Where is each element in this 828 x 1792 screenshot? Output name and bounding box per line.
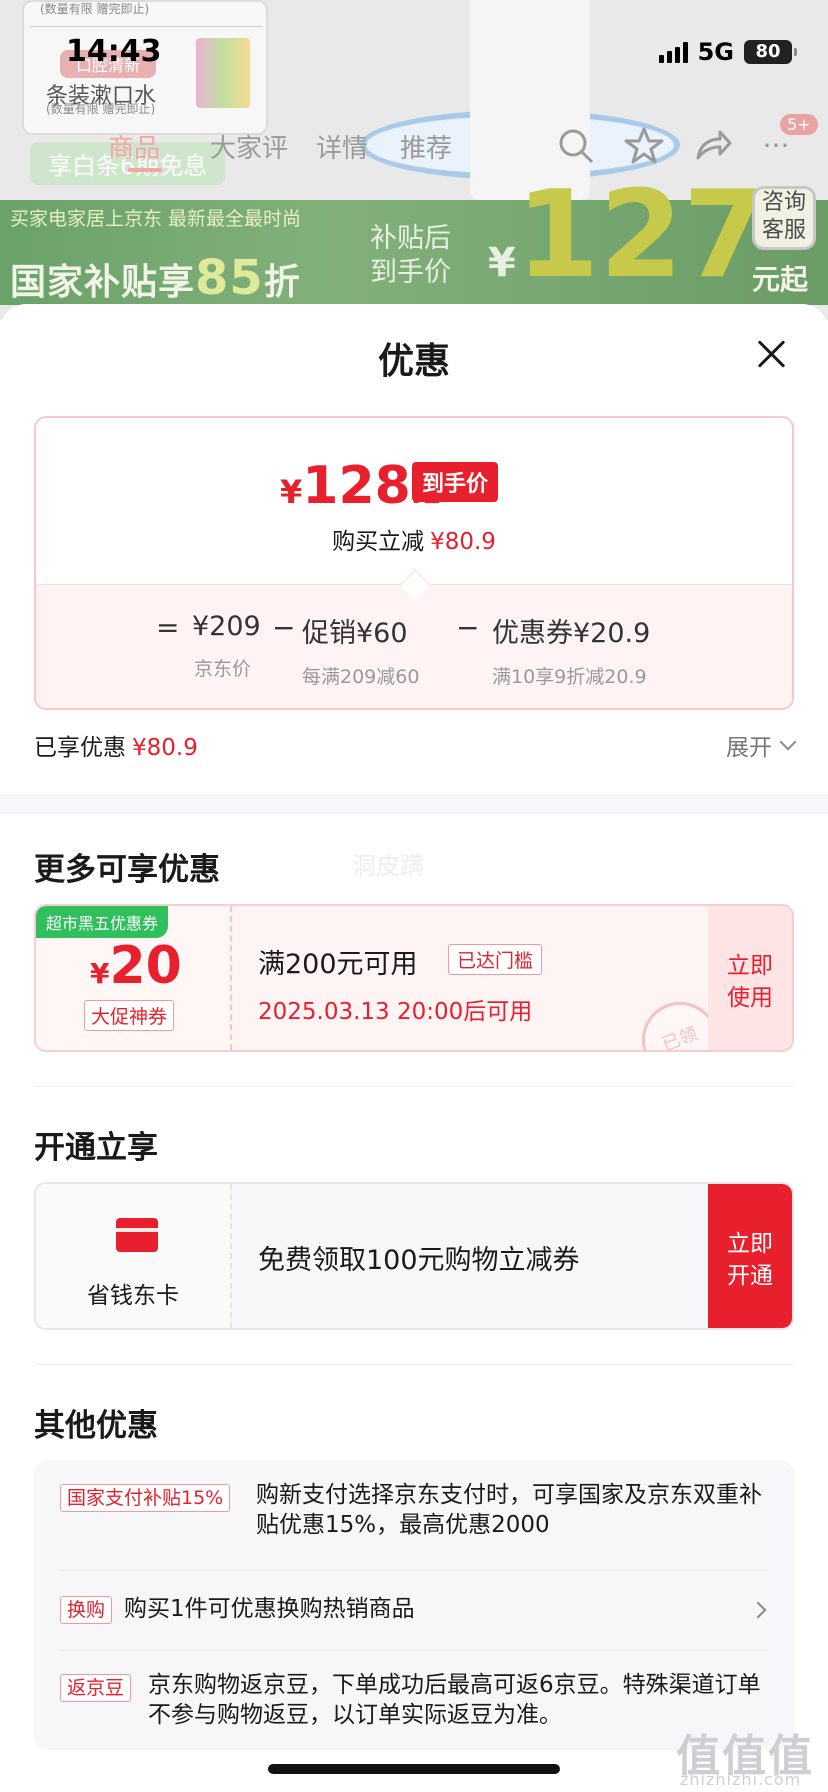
cart-count-badge: 5+ (780, 114, 818, 135)
chevron-down-icon (779, 733, 797, 751)
divider (34, 1086, 794, 1087)
signal-icon (658, 41, 688, 63)
offer-text: 购新支付选择京东支付时，可享国家及京东双重补贴优惠15%，最高优惠2000 (256, 1482, 762, 1538)
enjoyed-discount: 已享优惠 ¥80.9 (34, 735, 198, 761)
card-icon (116, 1218, 158, 1252)
coupon-valid-time: 2025.03.13 20:00后可用 (258, 999, 533, 1025)
star-icon[interactable] (624, 126, 664, 166)
status-indicators: 5G 80 (658, 38, 797, 66)
offer-text: 京东购物返京豆，下单成功后最高可返6京豆。特殊渠道订单不参与购物返豆，以订单实际… (148, 1672, 761, 1728)
list-item: 国家支付补贴15% 购新支付选择京东支付时，可享国家及京东双重补贴优惠15%，最… (34, 1460, 794, 1570)
instant-reduce: 购买立减 ¥80.9 (332, 529, 496, 555)
banner-headline: 国家补贴享85折 (10, 250, 301, 306)
promo-item: 促销¥60 每满209减60 (302, 618, 420, 688)
watermark-url: zhizhizhi.com (680, 1770, 802, 1789)
coupon-amount: ¥20 (90, 936, 182, 996)
membership-desc: 免费领取100元购物立减券 (258, 1245, 580, 1276)
gift-divider (30, 26, 262, 27)
status-time: 14:43 (66, 34, 162, 69)
enjoyed-discount-row: 已享优惠 ¥80.9 展开 (34, 728, 797, 768)
use-now-button[interactable]: 立即使用 (708, 906, 792, 1050)
offer-tag: 返京豆 (60, 1674, 132, 1702)
banner-price-label: 补贴后 到手价 (370, 223, 451, 288)
coupon-condition: 满200元可用 (258, 949, 418, 980)
final-price-tag: 到手价 (412, 462, 499, 502)
coupon-badge: 超市黑五优惠券 (36, 906, 169, 938)
divider (34, 1364, 794, 1365)
network-type: 5G (697, 38, 734, 66)
price-breakdown-card: ¥128.1 到手价 购买立减¥80.9 = ¥209 京东价 − 促销¥60 … (34, 416, 794, 710)
discount-sheet: 优惠 ¥128.1 到手价 购买立减¥80.9 = ¥209 京东价 − 促销¥… (0, 304, 828, 1792)
section-divider (0, 794, 828, 814)
consult-service-button[interactable]: 咨询客服 (752, 186, 816, 250)
banner-price-suffix: 元起 (752, 263, 809, 296)
coupon-item: 优惠券¥20.9 满10享9折减20.9 (492, 618, 651, 688)
membership-card[interactable]: 省钱东卡 免费领取100元购物立减券 立即开通 (34, 1182, 794, 1330)
expand-button[interactable]: 展开 (726, 728, 797, 762)
chevron-right-icon (749, 1601, 767, 1619)
battery-icon: 80 (744, 40, 797, 64)
offer-tag: 国家支付补贴15% (60, 1484, 231, 1512)
coupon-type-tag: 大促神券 (84, 1000, 175, 1031)
gift-note-top: (数量有限 赠完即止) (40, 2, 150, 16)
membership-info: 省钱东卡 (36, 1184, 232, 1328)
banner-slogan: 买家电家居上京东 最新最全最时尚 (10, 208, 302, 230)
offer-tag: 换购 (60, 1596, 113, 1624)
other-offers-title: 其他优惠 (34, 1408, 158, 1444)
jd-price-item: ¥209 京东价 (192, 611, 261, 680)
coupon-value-area: 超市黑五优惠券 ¥20 大促神券 (36, 906, 232, 1050)
tab-underline (128, 168, 162, 172)
share-icon[interactable] (692, 126, 732, 166)
banner-price: ¥127 (488, 166, 767, 305)
open-now-button[interactable]: 立即开通 (708, 1184, 792, 1328)
gift-image (196, 38, 250, 108)
tab-recommend[interactable]: 推荐 (400, 128, 452, 165)
open-enjoy-title: 开通立享 (34, 1130, 158, 1166)
more-offers-title: 更多可享优惠 (34, 852, 220, 888)
gift-note: (数量有限 赠完即止) (46, 102, 156, 116)
sheet-title: 优惠 (377, 341, 450, 382)
tab-reviews[interactable]: 大家评 (210, 128, 288, 165)
final-price-area: ¥128.1 到手价 购买立减¥80.9 (36, 418, 792, 584)
threshold-reached-tag: 已达门槛 (448, 944, 543, 975)
offer-text: 购买1件可优惠换购热销商品 (124, 1596, 415, 1622)
tab-product[interactable]: 商品 (108, 128, 160, 165)
home-indicator (268, 1764, 560, 1774)
tab-details[interactable]: 详情 (316, 128, 368, 165)
price-formula: = ¥209 京东价 − 促销¥60 每满209减60 − 优惠券¥20.9 满… (36, 584, 792, 708)
coupon-card[interactable]: 超市黑五优惠券 ¥20 大促神券 满200元可用 已达门槛 2025.03.13… (34, 904, 794, 1052)
membership-name: 省钱东卡 (87, 1283, 179, 1309)
faded-text: 洞皮蹒 (352, 852, 424, 880)
close-icon[interactable] (752, 334, 792, 374)
list-item[interactable]: 换购 购买1件可优惠换购热销商品 (34, 1570, 794, 1650)
other-offers-list: 国家支付补贴15% 购新支付选择京东支付时，可享国家及京东双重补贴优惠15%，最… (34, 1460, 794, 1750)
search-icon[interactable] (556, 126, 596, 166)
